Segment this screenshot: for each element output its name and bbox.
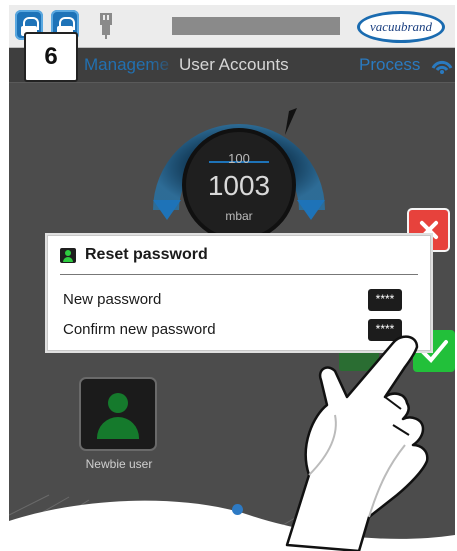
hand-pointer-icon (285, 335, 429, 551)
device-screen: vacuubrand Manageme User Accounts Proces… (9, 5, 455, 551)
step-badge: 6 (24, 32, 78, 82)
